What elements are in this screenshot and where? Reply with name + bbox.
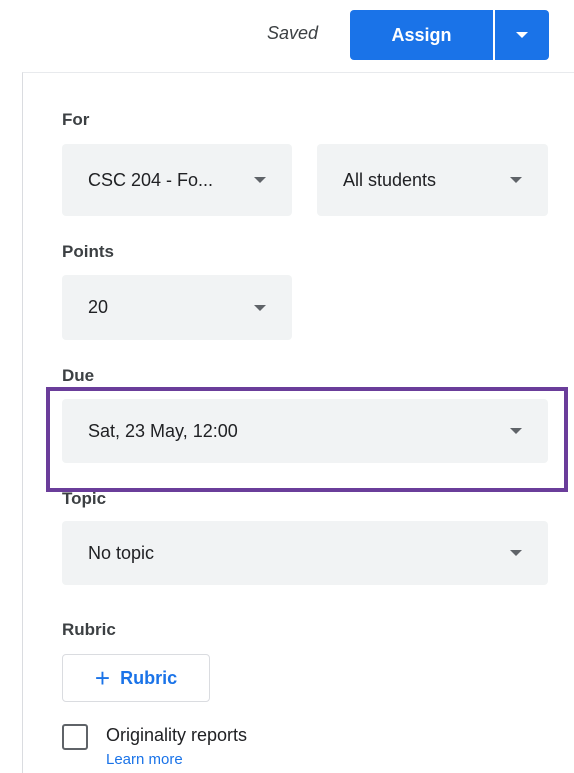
due-highlight-box [46,387,568,492]
add-rubric-button[interactable]: + Rubric [62,654,210,702]
originality-reports-checkbox[interactable] [62,724,88,750]
saved-status: Saved [267,23,319,43]
class-select[interactable]: CSC 204 - Fo... [62,144,292,216]
points-select-value: 20 [88,297,109,317]
learn-more-link[interactable]: Learn more [106,751,183,768]
topic-select-value: No topic [88,542,155,563]
points-select[interactable]: 20 [62,275,292,340]
dropdown-arrow-icon [254,304,266,311]
topic-label: Topic [62,489,107,508]
due-label: Due [62,366,95,385]
assign-divider [493,10,495,60]
class-select-value: CSC 204 - Fo... [88,169,214,190]
topic-select[interactable]: No topic [62,521,548,585]
top-bar: Saved Assign [0,0,574,70]
students-select[interactable]: All students [317,144,548,216]
rubric-label: Rubric [62,620,116,639]
dropdown-arrow-icon [510,177,522,183]
students-select-value: All students [343,169,437,190]
assign-options-button[interactable] [495,10,549,60]
dropdown-arrow-icon [254,177,266,183]
add-rubric-label: Rubric [120,667,178,688]
assign-button-group: Assign [350,10,549,60]
dropdown-arrow-icon [516,32,528,38]
assign-button[interactable]: Assign [350,10,493,60]
dropdown-arrow-icon [510,550,522,556]
originality-reports-label: Originality reports [106,725,248,745]
points-label: Points [62,242,114,261]
plus-icon: + [94,663,111,693]
for-label: For [62,110,90,129]
